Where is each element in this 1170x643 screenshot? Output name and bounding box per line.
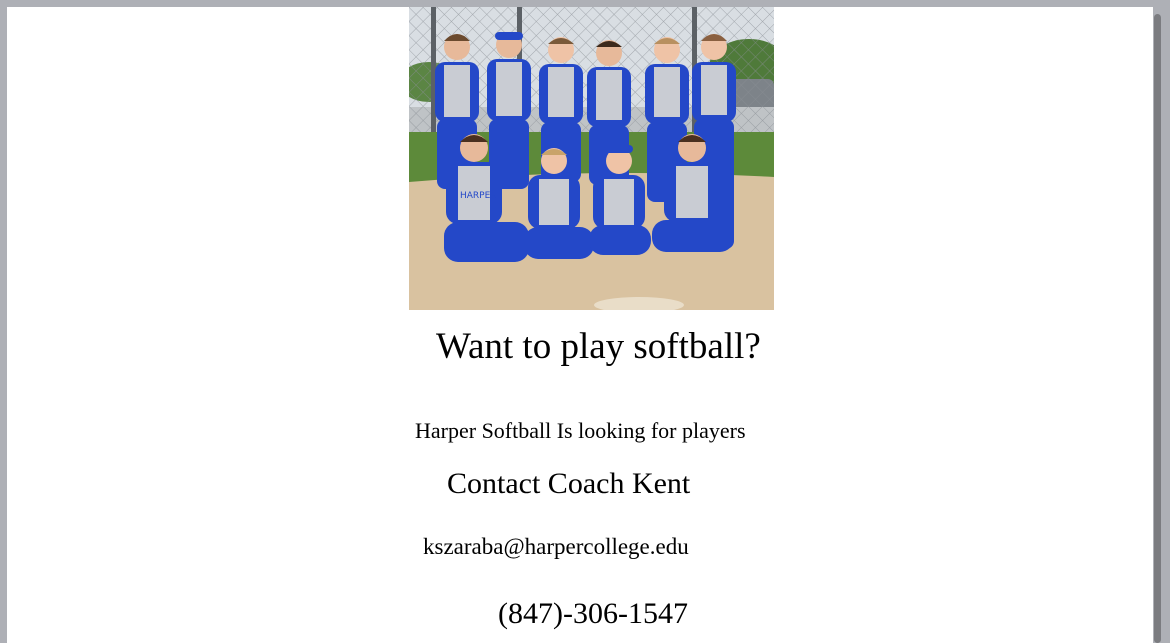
svg-text:HARPER: HARPER: [460, 191, 497, 201]
page-headline: Want to play softball?: [436, 326, 761, 367]
contact-email: kszaraba@harpercollege.edu: [423, 534, 689, 559]
document-page: HARPER Want to play softball? Harper Sof…: [7, 7, 1153, 643]
recruitment-subheading: Harper Softball Is looking for players: [415, 418, 746, 443]
contact-phone: (847)-306-1547: [498, 597, 688, 630]
contact-heading: Contact Coach Kent: [447, 467, 691, 500]
vertical-scrollbar[interactable]: [1154, 14, 1161, 643]
team-photo: HARPER: [409, 7, 774, 310]
